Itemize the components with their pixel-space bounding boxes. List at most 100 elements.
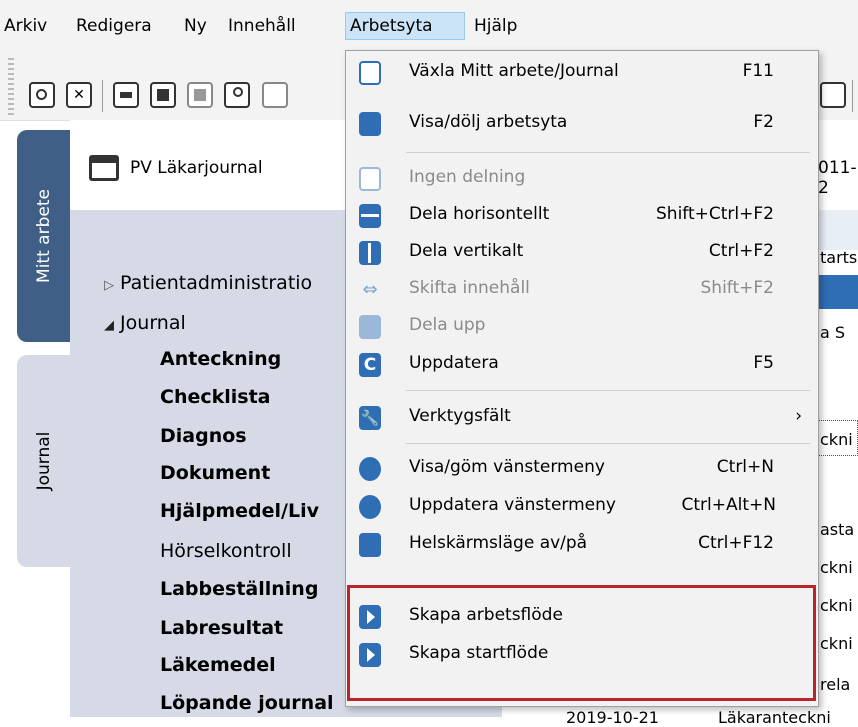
unsplit-icon [359, 315, 381, 339]
menu-item-shortcut: F2 [753, 112, 774, 132]
copy-icon[interactable] [150, 82, 176, 108]
toolbar-right-icon[interactable] [820, 82, 846, 108]
menu-arkiv[interactable]: Arkiv [0, 13, 51, 39]
split-vertical-icon [359, 241, 381, 265]
menu-item-vaxla[interactable]: Växla Mitt arbete/Journal F11 [346, 55, 818, 93]
menubar: Arkiv Redigera Ny Innehåll Arbetsyta Hjä… [0, 0, 858, 50]
print-icon[interactable] [113, 82, 139, 108]
content-fragment: ckni [820, 558, 853, 577]
menu-item-label: Verktygsfält [409, 406, 511, 426]
journal-toggle-icon [359, 61, 381, 85]
menu-hjalp[interactable]: Hjälp [470, 13, 521, 39]
tab-journal-label: Journal [33, 431, 54, 491]
menu-innehall[interactable]: Innehåll [224, 13, 300, 39]
menu-ny[interactable]: Ny [180, 13, 211, 39]
tree-patientadmin-label: Patientadministratio [120, 272, 313, 294]
menu-item-shortcut: Ctrl+F12 [698, 533, 774, 553]
menu-item-visa-dolj-arbetsyta[interactable]: Visa/dölj arbetsyta F2 [346, 106, 818, 144]
search-icon[interactable] [29, 82, 55, 108]
menu-item-shortcut: F5 [753, 353, 774, 373]
tree-item[interactable]: Hjälpmedel/Liv [160, 500, 319, 522]
menu-item-shortcut: Ctrl+F2 [708, 241, 774, 261]
collapse-icon: ◢ [104, 318, 114, 333]
menu-item-label: Helskärmsläge av/på [409, 533, 588, 553]
menu-item-label: Visa/dölj arbetsyta [409, 112, 568, 132]
tree-item[interactable]: Labbeställning [160, 578, 318, 600]
tree-item[interactable]: Labresultat [160, 617, 283, 639]
menu-item-label: Uppdatera vänstermeny [409, 495, 616, 515]
menu-item-label: Skifta innehåll [409, 278, 530, 298]
menu-item-dela-upp[interactable]: Dela upp [346, 309, 818, 347]
menu-item-label: Växla Mitt arbete/Journal [409, 61, 619, 81]
menu-item-visa-gom-vanstermeny[interactable]: Visa/göm vänstermeny Ctrl+N [346, 451, 818, 489]
menu-item-skifta-innehall[interactable]: ⇔ Skifta innehåll Shift+F2 [346, 272, 818, 310]
menu-item-uppdatera-vanstermeny[interactable]: Uppdatera vänstermeny Ctrl+Alt+N [346, 489, 818, 527]
menu-item-ingen-delning[interactable]: Ingen delning [346, 161, 818, 199]
tree-item[interactable]: Löpande journal [160, 692, 334, 714]
paste-icon[interactable] [187, 82, 213, 108]
menu-separator [406, 443, 810, 444]
refresh-icon: C [359, 353, 381, 377]
tree-item[interactable]: Läkemedel [160, 654, 276, 676]
date-fragment: 011-2 [818, 158, 857, 198]
tree-journal-label: Journal [120, 312, 186, 334]
selected-tab [818, 275, 858, 309]
menu-item-label: Ingen delning [409, 167, 526, 187]
tab-mitt-arbete-label: Mitt arbete [33, 189, 54, 283]
close-icon[interactable]: ✕ [66, 82, 92, 108]
menu-item-uppdatera[interactable]: C Uppdatera F5 [346, 347, 818, 385]
tree-item[interactable]: Checklista [160, 386, 271, 408]
tree-journal[interactable]: ◢ Journal [104, 312, 186, 334]
content-fragment: ckni [820, 430, 853, 449]
tab-journal[interactable]: Journal [17, 355, 70, 567]
content-fragment: rela [820, 675, 851, 694]
toolbar-grip[interactable] [8, 58, 14, 118]
menu-item-label: Visa/göm vänstermeny [409, 457, 605, 477]
tree-patientadmin[interactable]: ▷ Patientadministratio [104, 272, 312, 294]
toolbar-button-icon[interactable] [262, 82, 288, 108]
content-fragment: 2019-10-21 [566, 708, 659, 727]
content-fragment: ckni [820, 596, 853, 615]
menu-arbetsyta[interactable]: Arbetsyta [345, 12, 465, 40]
menu-item-shortcut: Ctrl+Alt+N [681, 495, 776, 515]
menu-item-shortcut: Ctrl+N [716, 457, 774, 477]
workspace-icon [359, 112, 381, 136]
split-horizontal-icon [359, 204, 381, 228]
content-fragment: Läkaranteckni [718, 708, 831, 727]
highlight-box [347, 585, 816, 701]
tree-item[interactable]: Anteckning [160, 348, 281, 370]
wrench-icon: 🔧 [359, 406, 381, 430]
content-fragment: a S [820, 323, 846, 342]
expand-icon: ▷ [104, 278, 114, 293]
tree-item[interactable]: Hörselkontroll [160, 540, 292, 562]
submenu-arrow-icon: › [795, 406, 802, 426]
refresh-leftmenu-icon [359, 495, 381, 519]
menu-item-label: Dela vertikalt [409, 241, 524, 261]
menu-item-shortcut: Shift+F2 [700, 278, 774, 298]
menu-redigera[interactable]: Redigera [72, 13, 156, 39]
menu-item-helskarmslage[interactable]: Helskärmsläge av/på Ctrl+F12 [346, 527, 818, 565]
tree-item[interactable]: Diagnos [160, 425, 247, 447]
content-fragment: ckni [820, 634, 853, 653]
content-fragment: tarts [820, 248, 858, 267]
menu-item-shortcut: F11 [742, 61, 774, 81]
menu-item-shortcut: Shift+Ctrl+F2 [656, 204, 774, 224]
tab-mitt-arbete[interactable]: Mitt arbete [17, 130, 70, 342]
tree-item[interactable]: Dokument [160, 462, 270, 484]
menu-item-dela-vertikalt[interactable]: Dela vertikalt Ctrl+F2 [346, 235, 818, 273]
menu-item-label: Dela horisontellt [409, 204, 550, 224]
fullscreen-icon [359, 533, 381, 557]
user-card-icon[interactable] [224, 82, 250, 108]
menu-separator [406, 152, 810, 153]
swap-icon: ⇔ [362, 279, 378, 300]
menu-item-label: Uppdatera [409, 353, 499, 373]
leftmenu-icon [359, 457, 381, 481]
folder-icon [89, 155, 119, 181]
menu-separator [406, 390, 810, 391]
menu-item-verktygsfalt[interactable]: 🔧 Verktygsfält › [346, 400, 818, 438]
toolbar-separator [852, 80, 853, 112]
menu-item-dela-horisontellt[interactable]: Dela horisontellt Shift+Ctrl+F2 [346, 198, 818, 236]
no-split-icon [359, 167, 381, 191]
page-title: PV Läkarjournal [130, 158, 263, 178]
menu-item-label: Dela upp [409, 315, 486, 335]
